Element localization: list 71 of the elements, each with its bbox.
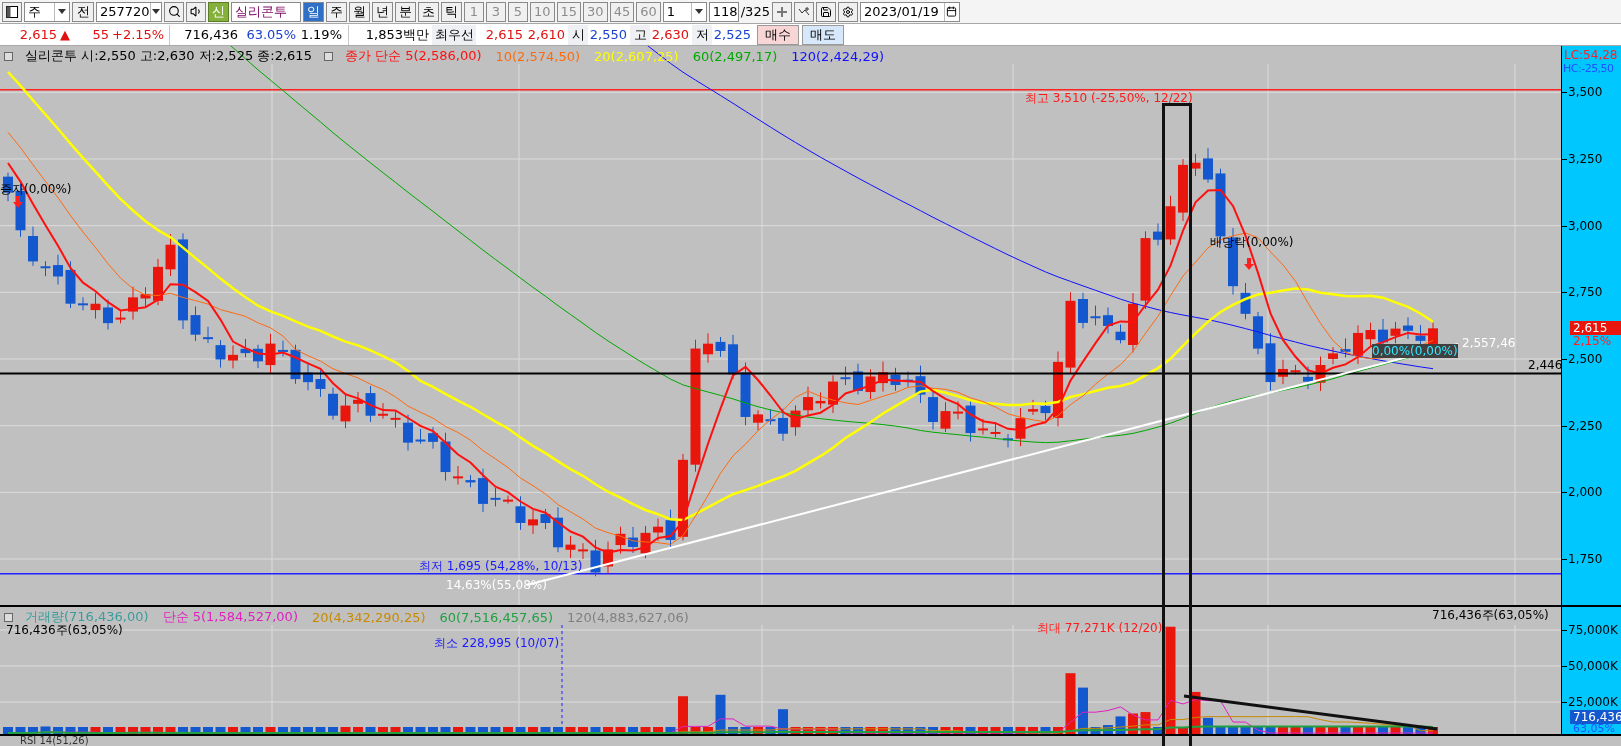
volume-legend: 단순 5(1,584,527,00) [160,608,300,626]
period-tab[interactable]: 틱 [441,1,462,22]
volume-legend: 60(7,516,457,65) [437,609,556,625]
chart-annotation: 최소 228,995 (10/07) [434,636,560,650]
buy-button[interactable]: 매수 [757,24,799,45]
volume-legend: 120(4,883,627,06) [565,609,691,625]
current-rate: 63,05% [1573,723,1615,734]
chart-annotation: 14,63%(55,08%) [446,578,547,592]
axis-tick-label: 3,000 [1562,218,1603,233]
chart-annotation: 최고 3,510 (-25,50%, 12/22) [1025,91,1193,105]
current-price-tag: 2,615 [1570,321,1621,335]
low-label: 저 [692,24,712,45]
high-value: 2,630 [650,27,690,42]
chart-annotation: 716,436주(63,05%) [6,623,123,637]
turnover-rate: 1.19% [299,27,343,42]
volume-legend: 20(4,342,290,25) [309,609,428,625]
volume-value: 716,436 [183,27,239,42]
period-tab[interactable]: 년 [372,1,393,22]
chart-annotation: 716,436주(63,05%) [1432,608,1549,622]
best-bid: 2,610 [526,27,566,42]
best-price-label: 최우선 [432,24,476,45]
chart-annotation: 0,00%(0,00%) [1372,344,1458,358]
period-tab[interactable]: 주 [326,1,347,22]
chart-annotation: 2,557,46 [1462,336,1516,350]
rsi-title: RSI 14(51,26) [20,736,89,746]
average-legend: 종가 단순 5(2,586,00) [342,47,484,65]
price-value: 2,615 [18,27,58,42]
count-field[interactable]: 118 [708,1,739,22]
average-legend: 120(2,424,29) [789,48,887,64]
axis-tick-label: 2,000 [1562,485,1603,500]
stock-name-field[interactable]: 실리콘투 [231,1,301,22]
axis-tick-label: 2,750 [1562,285,1603,300]
hc-label: HC:-25,50 [1563,62,1614,76]
average-legend: 10(2,574,50) [493,48,583,64]
period-tab[interactable]: 초 [418,1,439,22]
trade-amount: 1,853백만 [364,25,430,44]
change-rate: +2.15% [112,27,166,42]
period-tab[interactable]: 월 [349,1,370,22]
axis-tick-label: 50,000K [1562,659,1618,673]
open-value: 2,550 [588,27,628,42]
low-value: 2,525 [712,27,752,42]
high-label: 고 [630,24,650,45]
axis-tick-label: 1,750 [1562,552,1603,566]
axis-tick-label: 2,250 [1562,418,1603,433]
change-value: 55 [91,27,110,42]
current-volume-tag: 716,436 [1570,710,1621,724]
new-badge: 신 [208,1,229,22]
date-field[interactable]: 2023/01/19 [859,1,960,22]
volume-rate: 63.05% [245,27,297,42]
period-tab[interactable]: 분 [395,1,416,22]
axis-tick-label: 25,000K [1562,695,1618,709]
up-arrow: ▲ [60,27,71,42]
chart-annotation: 최저 1,695 (54,28%, 10/13) [419,559,583,573]
prev-button[interactable]: 전 [72,1,94,22]
lc-label: LC:54,28 [1564,48,1618,62]
best-ask: 2,615 [484,27,524,42]
stock-code-field[interactable]: 257720 [96,1,162,22]
market-select[interactable]: 주 [24,1,70,22]
sell-button[interactable]: 매도 [802,24,844,45]
count-select[interactable]: 1 [662,1,707,22]
average-legend: 60(2,497,17) [690,48,780,64]
period-tab[interactable]: 일 [303,1,324,22]
open-label: 시 [568,24,588,45]
chart-annotation: 2,446 [1528,358,1561,372]
axis-tick-label: 75,000K [1562,623,1618,637]
axis-tick-label: 3,500 [1562,85,1603,100]
chart-annotation: 최대 77,271K (12/20) [1037,621,1163,635]
axis-tick-label: 2,500 [1562,352,1603,366]
axis-tick-label: 3,250 [1562,151,1603,166]
current-rate: 2,15% [1573,335,1612,348]
total-count: /325 [740,4,770,19]
